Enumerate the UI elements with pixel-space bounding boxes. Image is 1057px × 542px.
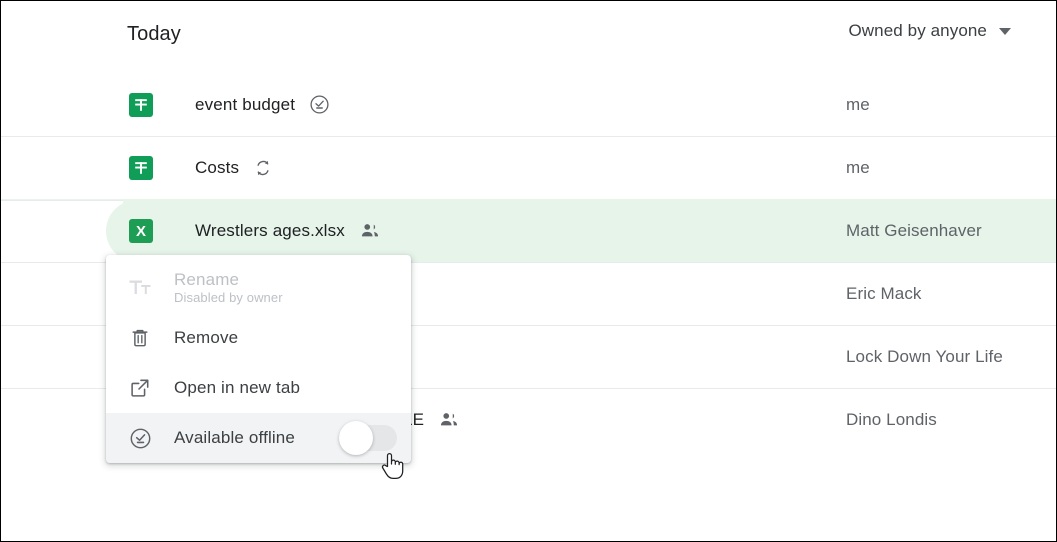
available-offline-icon xyxy=(128,426,152,450)
menu-item-sublabel: Disabled by owner xyxy=(174,290,283,306)
shared-people-icon xyxy=(359,220,381,242)
menu-item-label: Remove xyxy=(174,328,239,348)
shared-people-icon xyxy=(438,409,460,431)
available-offline-icon xyxy=(309,94,330,115)
google-sheets-icon xyxy=(129,92,153,117)
owner-filter-label: Owned by anyone xyxy=(848,21,987,40)
menu-item-open-in-new-tab[interactable]: Open in new tab xyxy=(106,363,411,413)
owner-name: Matt Geisenhaver xyxy=(846,221,982,240)
owner-filter-dropdown[interactable]: Owned by anyone xyxy=(848,21,1011,41)
owner-name: Lock Down Your Life xyxy=(846,347,1003,366)
menu-item-rename: Rename Disabled by owner xyxy=(106,263,411,313)
menu-item-label: Rename xyxy=(174,269,240,289)
menu-item-label: Available offline xyxy=(174,428,296,448)
table-row[interactable]: Costs me xyxy=(1,136,1056,199)
chevron-down-icon xyxy=(999,27,1011,35)
google-sheets-icon xyxy=(129,156,153,180)
menu-item-available-offline[interactable]: Available offline xyxy=(106,413,411,463)
file-name: Wrestlers ages.xlsx xyxy=(195,221,345,240)
sync-icon xyxy=(253,158,273,178)
trash-icon xyxy=(128,326,152,350)
page-title: Today xyxy=(127,23,181,45)
table-row-selected[interactable]: X Wrestlers ages.xlsx Matt Geisenhaver xyxy=(1,199,1056,262)
owner-name: Eric Mack xyxy=(846,284,922,303)
menu-item-label: Open in new tab xyxy=(174,378,301,398)
rename-text-icon xyxy=(128,276,152,300)
table-row[interactable]: event budget me xyxy=(1,73,1056,136)
context-menu: Rename Disabled by owner Remove Open in … xyxy=(106,255,411,463)
owner-name: me xyxy=(846,158,870,177)
drive-file-list-screen: Today Owned by anyone event budget me Co… xyxy=(0,0,1057,542)
available-offline-toggle[interactable] xyxy=(339,421,397,455)
xlsx-icon-letter: X xyxy=(135,222,146,240)
menu-item-remove[interactable]: Remove xyxy=(106,313,411,363)
file-name: event budget xyxy=(195,94,296,114)
file-name: Costs xyxy=(195,158,240,177)
owner-name: Dino Londis xyxy=(846,410,937,429)
open-in-new-icon xyxy=(128,376,152,400)
excel-xlsx-icon: X xyxy=(129,219,153,243)
owner-name: me xyxy=(846,94,870,114)
list-header: Today Owned by anyone xyxy=(1,1,1056,73)
toggle-knob xyxy=(339,421,373,455)
